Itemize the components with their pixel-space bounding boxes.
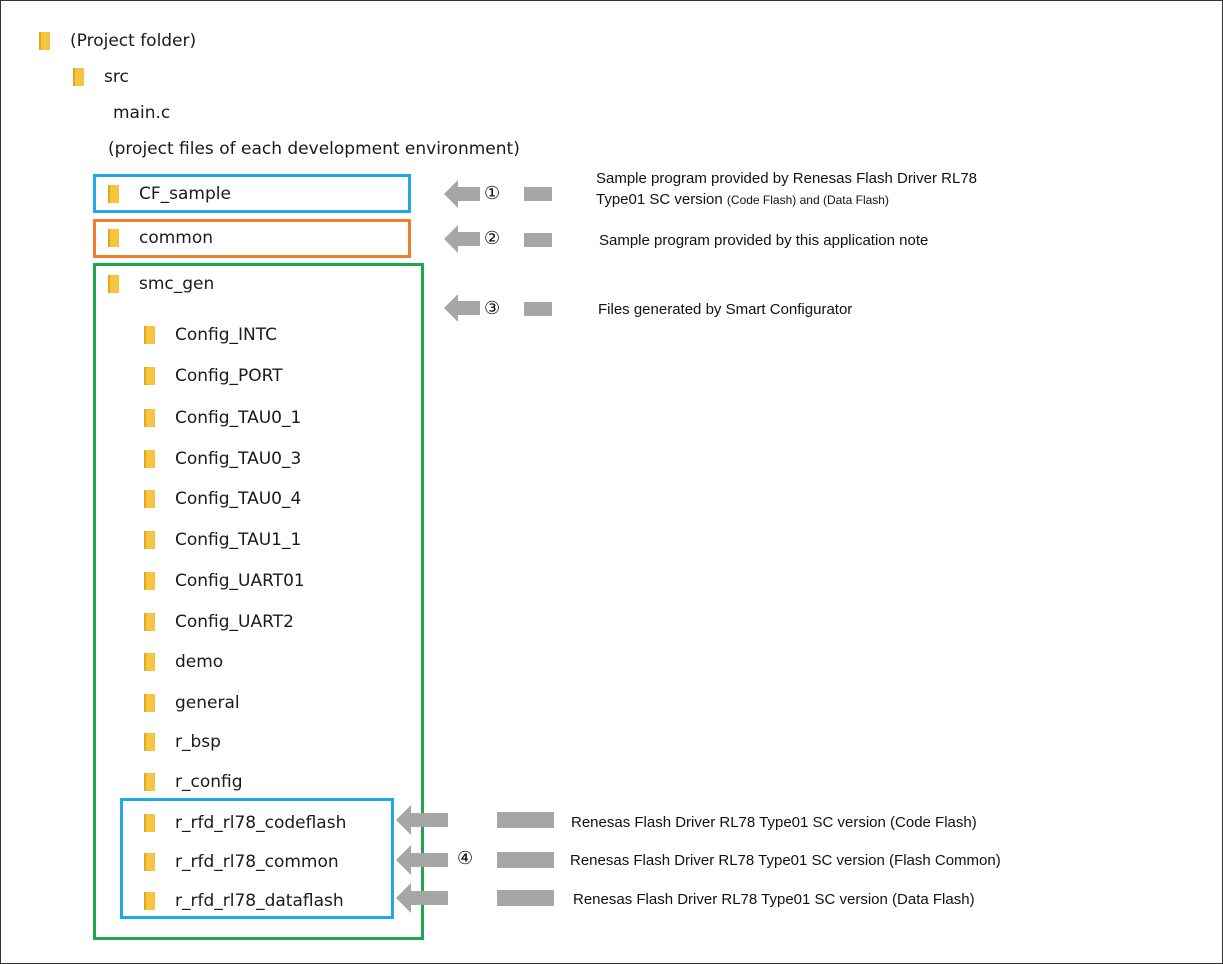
highlight-box-common [93, 219, 411, 258]
callout-bar [524, 233, 552, 247]
arrow-left-icon [396, 805, 448, 835]
tree-item-label: (project files of each development envir… [108, 139, 520, 159]
callout-bar [497, 890, 554, 906]
callout-number-3: ③ [484, 298, 501, 319]
tree-file-project-files: (project files of each development envir… [108, 135, 520, 163]
folder-icon [39, 32, 50, 50]
note-1-version: Type01 SC version [596, 191, 723, 208]
folder-icon [73, 68, 84, 86]
arrow-left-icon [444, 180, 480, 208]
callout-number-4: ④ [457, 848, 474, 869]
note-4-dataflash: Renesas Flash Driver RL78 Type01 SC vers… [573, 891, 975, 908]
note-1-line-1: Sample program provided by Renesas Flash… [596, 170, 978, 187]
tree-file-main: main.c [113, 99, 170, 127]
tree-item-src: src [73, 63, 129, 91]
callout-bar [524, 187, 552, 201]
tree-item-label: (Project folder) [70, 31, 197, 51]
callout-bar [497, 812, 554, 828]
highlight-box-rfd [120, 798, 394, 919]
callout-bar [524, 302, 552, 316]
highlight-box-cf-sample [93, 174, 411, 213]
callout-number-2: ② [484, 228, 501, 249]
tree-item-label: main.c [113, 103, 171, 123]
arrow-left-icon [444, 225, 480, 253]
tree-item-project: (Project folder) [39, 27, 196, 55]
note-2: Sample program provided by this applicat… [599, 232, 929, 249]
tree-item-label: src [104, 67, 129, 87]
arrow-left-icon [396, 883, 448, 913]
callout-number-1: ① [484, 183, 501, 204]
note-3: Files generated by Smart Configurator [598, 301, 853, 318]
note-4-codeflash: Renesas Flash Driver RL78 Type01 SC vers… [571, 814, 977, 831]
note-1-flash-types: (Code Flash) and (Data Flash) [726, 193, 889, 207]
arrow-left-icon [444, 294, 480, 322]
diagram-frame: (Project folder) src main.c (project fil… [0, 0, 1223, 964]
arrow-left-icon [396, 845, 448, 875]
note-1-line-2: Type01 SC version (Code Flash) and (Data… [596, 190, 889, 210]
note-4-common: Renesas Flash Driver RL78 Type01 SC vers… [570, 852, 1001, 869]
callout-bar [497, 852, 554, 868]
